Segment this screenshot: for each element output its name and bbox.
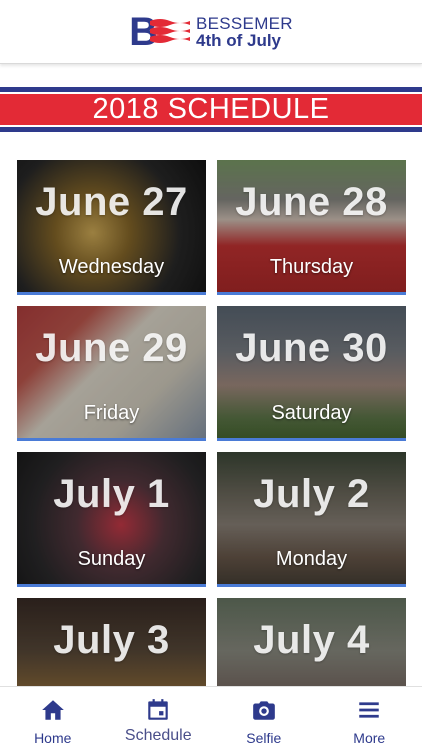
tab-more[interactable]: More (317, 687, 422, 750)
home-icon (41, 700, 64, 720)
schedule-banner: 2018 SCHEDULE (0, 87, 422, 132)
card-date: June 30 (235, 326, 388, 370)
tab-label: Selfie (246, 730, 282, 746)
schedule-card-july-1[interactable]: July 1 Sunday (17, 452, 206, 587)
schedule-card-june-30[interactable]: June 30 Saturday (217, 306, 406, 441)
card-day: Saturday (271, 402, 352, 424)
logo-line2: 4th of July (196, 30, 282, 50)
card-day: Wednesday (58, 256, 165, 278)
card-day: Monday (275, 548, 348, 570)
schedule-card-june-28[interactable]: June 28 Thursday (217, 160, 406, 295)
tab-label: More (353, 730, 386, 746)
tab-home[interactable]: Home (0, 687, 106, 750)
bessemer-logo[interactable]: B BESSEMER 4th of July (129, 12, 293, 52)
tab-label: Home (34, 730, 72, 746)
card-date: July 4 (253, 618, 370, 662)
camera-icon (252, 701, 275, 720)
card-date: June 27 (35, 180, 188, 224)
card-day: Thursday (269, 256, 354, 278)
card-date: July 3 (53, 618, 170, 662)
app-header: B BESSEMER 4th of July (0, 0, 422, 64)
card-date: June 29 (35, 326, 188, 370)
card-date: July 1 (53, 472, 170, 516)
tab-label: Schedule (124, 727, 192, 744)
card-date: July 2 (253, 472, 370, 516)
page-title: 2018 SCHEDULE (92, 93, 330, 125)
tab-schedule[interactable]: Schedule (106, 687, 212, 750)
schedule-card-june-27[interactable]: June 27 Wednesday (17, 160, 206, 295)
logo-line1: BESSEMER (196, 13, 293, 33)
card-day: Sunday (77, 548, 146, 570)
menu-icon (359, 702, 379, 718)
calendar-icon (148, 699, 168, 720)
tab-selfie[interactable]: Selfie (211, 687, 317, 750)
card-day: Friday (83, 402, 140, 424)
flag-stripes-icon (150, 18, 190, 43)
card-date: June 28 (235, 180, 388, 224)
schedule-card-july-2[interactable]: July 2 Monday (217, 452, 406, 587)
bottom-tab-bar: Home Schedule Selfie More (0, 686, 422, 750)
schedule-card-june-29[interactable]: June 29 Friday (17, 306, 206, 441)
